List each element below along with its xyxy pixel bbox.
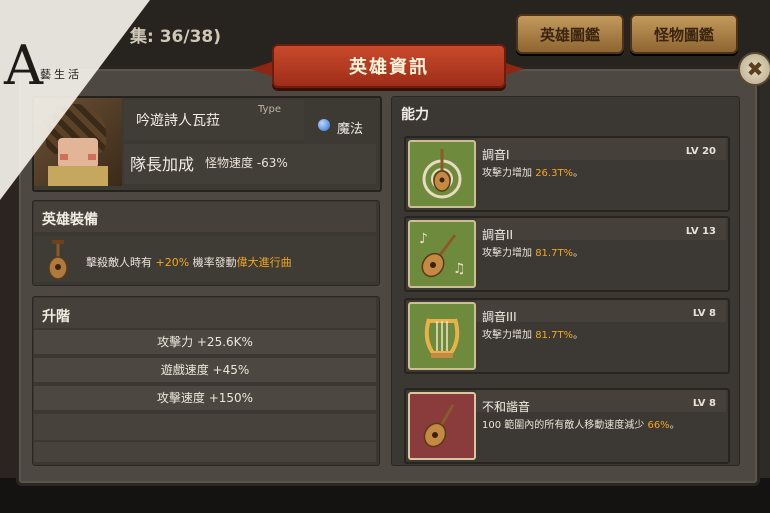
skill-level: LV 13 bbox=[685, 226, 716, 237]
watermark-text: 藝生活 bbox=[40, 68, 82, 81]
watermark-logo: A bbox=[4, 34, 43, 97]
tab-monster-codex[interactable]: 怪物圖鑑 bbox=[630, 14, 738, 54]
stat-row-attack-speed: 攻擊速度 +150% bbox=[34, 386, 376, 410]
skill-description: 攻擊力增加 81.7T%。 bbox=[482, 330, 584, 341]
stat-row-attack: 攻擊力 +25.6K% bbox=[34, 330, 376, 354]
dialog-title: 英雄資訊 bbox=[272, 44, 506, 88]
lute-notes-icon: ♪ ♫ bbox=[408, 220, 476, 288]
tab-hero-codex[interactable]: 英雄圖鑑 bbox=[516, 14, 624, 54]
watermark-corner bbox=[0, 0, 150, 200]
skill-card[interactable]: 調音I LV 20 攻擊力增加 26.3T%。 bbox=[404, 136, 730, 212]
equipment-title: 英雄裝備 bbox=[42, 212, 98, 228]
skill-level: LV 20 bbox=[685, 146, 716, 157]
skill-level: LV 8 bbox=[692, 398, 716, 409]
skill-description: 100 範圍內的所有敵人移動速度減少 66%。 bbox=[482, 420, 680, 431]
stat-row-empty bbox=[34, 442, 376, 462]
skill-level: LV 8 bbox=[692, 308, 716, 319]
skill-name: 調音III bbox=[482, 310, 517, 324]
svg-text:♪: ♪ bbox=[419, 231, 428, 247]
type-value: 魔法 bbox=[337, 122, 364, 137]
magic-type-icon bbox=[318, 119, 330, 131]
skill-name: 調音II bbox=[482, 228, 514, 242]
stat-row-game-speed: 遊戲速度 +45% bbox=[34, 358, 376, 382]
lyre-icon bbox=[408, 302, 476, 370]
type-label: Type bbox=[258, 104, 281, 115]
upgrade-title: 升階 bbox=[42, 309, 70, 325]
svg-text:♫: ♫ bbox=[453, 261, 466, 277]
skill-card[interactable]: 調音III LV 8 攻擊力增加 81.7T%。 bbox=[404, 298, 730, 374]
stat-row-empty bbox=[34, 414, 376, 440]
skill-name: 調音I bbox=[482, 148, 510, 162]
lute-target-icon bbox=[408, 140, 476, 208]
equipment-description: 擊殺敵人時有 +20% 機率發動偉大進行曲 bbox=[86, 256, 292, 269]
skill-card[interactable]: ♪ ♫ 調音II LV 13 攻擊力增加 81.7T%。 bbox=[404, 216, 730, 292]
skill-description: 攻擊力增加 81.7T%。 bbox=[482, 248, 584, 259]
abilities-title: 能力 bbox=[401, 107, 429, 123]
lute-icon bbox=[38, 238, 78, 280]
upgrade-header bbox=[34, 298, 376, 328]
close-button[interactable]: ✖ bbox=[738, 52, 770, 86]
close-icon: ✖ bbox=[746, 57, 764, 81]
skill-name: 不和諧音 bbox=[482, 400, 531, 414]
broken-lute-icon bbox=[408, 392, 476, 460]
leader-bonus-effect: 怪物速度 -63% bbox=[205, 156, 288, 170]
skill-card[interactable]: 不和諧音 LV 8 100 範圍內的所有敵人移動速度減少 66%。 bbox=[404, 388, 730, 464]
skill-description: 攻擊力增加 26.3T%。 bbox=[482, 168, 584, 179]
